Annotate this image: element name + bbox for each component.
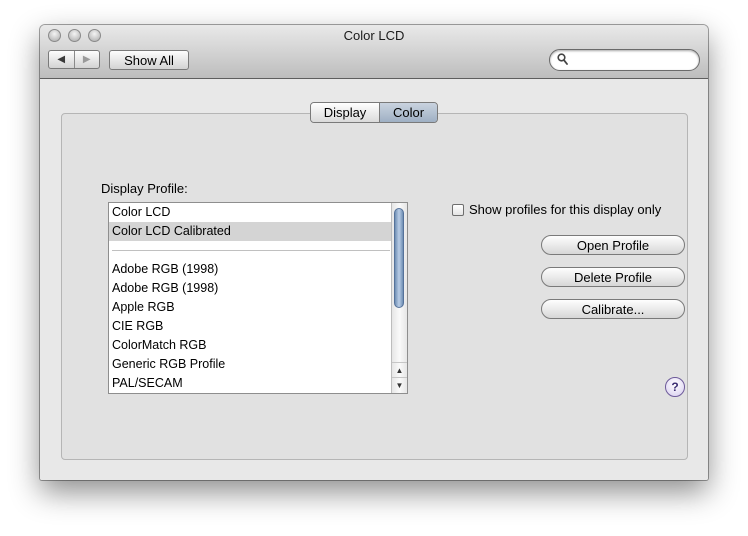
open-profile-button[interactable]: Open Profile [541, 235, 685, 255]
system-preferences-window: Color LCD ◀ ▶ Show All Display Color Dis… [40, 25, 708, 480]
profile-item-color-lcd[interactable]: Color LCD [109, 203, 392, 222]
profile-item-generic-rgb[interactable]: Generic RGB Profile [109, 355, 392, 374]
delete-profile-button[interactable]: Delete Profile [541, 267, 685, 287]
profile-item-adobe-rgb-2[interactable]: Adobe RGB (1998) [109, 279, 392, 298]
forward-arrow-icon[interactable]: ▶ [73, 51, 100, 68]
display-profile-list[interactable]: Color LCD Color LCD Calibrated Adobe RGB… [108, 202, 408, 394]
tab-panel: Display Profile: Color LCD Color LCD Cal… [61, 113, 688, 460]
content-area: Display Color Display Profile: Color LCD… [40, 79, 708, 480]
help-icon[interactable]: ? [665, 377, 685, 397]
show-profiles-label: Show profiles for this display only [469, 202, 662, 217]
display-profile-label: Display Profile: [101, 181, 188, 196]
calibrate-button[interactable]: Calibrate... [541, 299, 685, 319]
tab-bar: Display Color [310, 102, 438, 123]
scrollbar-thumb[interactable] [394, 208, 404, 308]
tab-color[interactable]: Color [380, 103, 437, 122]
show-all-button[interactable]: Show All [109, 50, 189, 70]
title-bar: Color LCD ◀ ▶ Show All [40, 25, 708, 79]
profile-item-cie-rgb[interactable]: CIE RGB [109, 317, 392, 336]
list-separator [112, 250, 390, 251]
show-profiles-checkbox[interactable] [452, 203, 464, 216]
tab-display[interactable]: Display [311, 103, 380, 122]
vertical-scrollbar[interactable]: ▲ ▼ [391, 203, 407, 393]
scroll-down-arrow-icon[interactable]: ▼ [392, 377, 407, 392]
window-title: Color LCD [343, 28, 405, 43]
back-forward-control: ◀ ▶ [48, 50, 100, 69]
show-profiles-option[interactable]: Show profiles for this display only [452, 202, 661, 217]
profile-item-colormatch-rgb[interactable]: ColorMatch RGB [109, 336, 392, 355]
scroll-up-arrow-icon[interactable]: ▲ [392, 362, 407, 377]
search-field[interactable] [549, 49, 700, 71]
back-arrow-icon[interactable]: ◀ [49, 51, 74, 68]
profile-item-adobe-rgb-1[interactable]: Adobe RGB (1998) [109, 260, 392, 279]
profile-item-color-lcd-calibrated[interactable]: Color LCD Calibrated [109, 222, 392, 241]
profile-item-apple-rgb[interactable]: Apple RGB [109, 298, 392, 317]
search-icon [557, 53, 568, 65]
search-input[interactable] [572, 52, 694, 70]
profile-item-pal-secam[interactable]: PAL/SECAM [109, 374, 392, 393]
